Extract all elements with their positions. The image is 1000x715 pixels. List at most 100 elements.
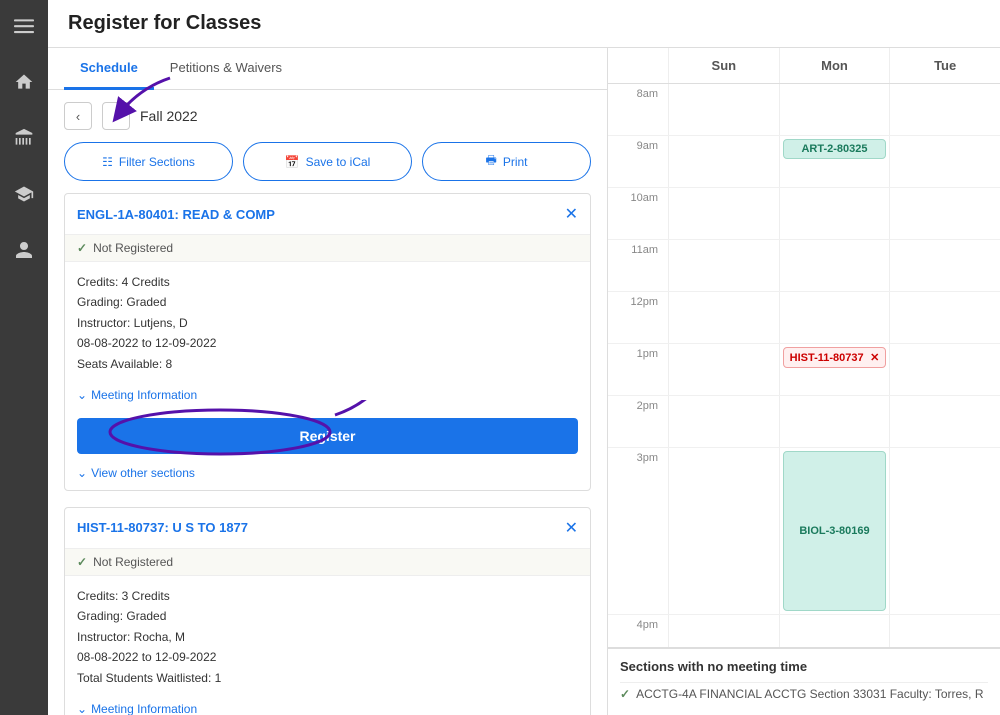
- time-row-11am: 11am: [608, 240, 1000, 292]
- filter-sections-button[interactable]: ☷ Filter Sections: [64, 142, 233, 181]
- engl-status-row: ✓ Not Registered: [65, 234, 590, 262]
- event-close-icon[interactable]: ✕: [870, 351, 879, 364]
- time-row-8am: 8am: [608, 84, 1000, 136]
- time-label-1pm: 1pm: [608, 344, 668, 395]
- hist-instructor: Instructor: Rocha, M: [77, 627, 578, 647]
- cal-cell-tue-1pm: [889, 344, 1000, 395]
- time-label-4pm: 4pm: [608, 615, 668, 647]
- cal-cell-sun-9am: [668, 136, 779, 187]
- course-card-hist: HIST-11-80737: U S TO 1877 ✕ ✓ Not Regis…: [64, 507, 591, 715]
- cal-cell-tue-12pm: [889, 292, 1000, 343]
- hist-event[interactable]: HIST-11-80737 ✕: [783, 347, 887, 368]
- cal-cell-mon-10am: [779, 188, 890, 239]
- semester-label: Fall 2022: [140, 108, 198, 124]
- cal-cell-tue-2pm: [889, 396, 1000, 447]
- cal-cell-mon-12pm: [779, 292, 890, 343]
- no-meeting-checkmark: ✓: [620, 687, 630, 701]
- cal-cell-mon-2pm: [779, 396, 890, 447]
- course-card-engl: ENGL-1A-80401: READ & COMP ✕ ✓ Not Regis…: [64, 193, 591, 491]
- cal-cell-sun-2pm: [668, 396, 779, 447]
- sections-no-meeting: Sections with no meeting time ✓ ACCTG-4A…: [608, 647, 1000, 715]
- sidebar-menu-icon[interactable]: [8, 10, 40, 42]
- next-semester-button[interactable]: ›: [102, 102, 130, 130]
- prev-semester-button[interactable]: ‹: [64, 102, 92, 130]
- time-row-9am: 9am ART-2-80325: [608, 136, 1000, 188]
- engl-meeting-info[interactable]: ⌄ Meeting Information: [65, 384, 590, 410]
- hist-course-details: Credits: 3 Credits Grading: Graded Instr…: [65, 576, 590, 698]
- close-hist-button[interactable]: ✕: [565, 518, 578, 538]
- no-meeting-label: ACCTG-4A FINANCIAL ACCTG Section 33031 F…: [636, 687, 983, 701]
- cal-cell-sun-3pm: [668, 448, 779, 614]
- content-area: Schedule Petitions & Waivers ‹ › Fall 20…: [48, 48, 1000, 715]
- hist-grading: Grading: Graded: [77, 606, 578, 626]
- engl-grading: Grading: Graded: [77, 292, 578, 312]
- left-panel: Schedule Petitions & Waivers ‹ › Fall 20…: [48, 48, 608, 715]
- cal-cell-mon-3pm: BIOL-3-80169: [779, 448, 890, 614]
- chevron-down-icon-3: ⌄: [77, 702, 87, 715]
- semester-nav: ‹ › Fall 2022: [48, 90, 607, 142]
- save-ical-button[interactable]: 📅 Save to iCal: [243, 142, 412, 181]
- engl-status-checkmark: ✓: [77, 241, 87, 255]
- register-button-engl[interactable]: Register: [77, 418, 578, 454]
- sidebar-institution-icon[interactable]: [8, 122, 40, 154]
- hist-dates: 08-08-2022 to 12-09-2022: [77, 647, 578, 667]
- engl-seats: Seats Available: 8: [77, 354, 578, 374]
- cal-cell-sun-12pm: [668, 292, 779, 343]
- sidebar-graduation-icon[interactable]: [8, 178, 40, 210]
- engl-instructor: Instructor: Lutjens, D: [77, 313, 578, 333]
- calendar-icon: 📅: [285, 155, 300, 169]
- page-title: Register for Classes: [68, 12, 261, 35]
- cal-cell-sun-8am: [668, 84, 779, 135]
- tab-petitions[interactable]: Petitions & Waivers: [154, 48, 298, 90]
- time-label-12pm: 12pm: [608, 292, 668, 343]
- action-buttons: ☷ Filter Sections 📅 Save to iCal 🖶 Print: [48, 142, 607, 193]
- engl-dates: 08-08-2022 to 12-09-2022: [77, 333, 578, 353]
- tabs: Schedule Petitions & Waivers: [48, 48, 607, 90]
- course-link-engl[interactable]: ENGL-1A-80401: READ & COMP: [77, 207, 275, 222]
- course-list: ENGL-1A-80401: READ & COMP ✕ ✓ Not Regis…: [48, 193, 607, 715]
- biol-event-mon-3pm[interactable]: BIOL-3-80169: [783, 451, 887, 611]
- top-header: Register for Classes: [48, 0, 1000, 48]
- cal-cell-mon-4pm: [779, 615, 890, 647]
- right-panel: Sun Mon Tue 8am 9am ART-2-80325: [608, 48, 1000, 715]
- course-header-engl: ENGL-1A-80401: READ & COMP ✕: [65, 194, 590, 234]
- cal-cell-tue-4pm: [889, 615, 1000, 647]
- time-label-9am: 9am: [608, 136, 668, 187]
- engl-status-label: Not Registered: [93, 241, 173, 255]
- print-icon: 🖶: [485, 151, 496, 172]
- cal-cell-mon-11am: [779, 240, 890, 291]
- cal-cell-mon-9am: ART-2-80325: [779, 136, 890, 187]
- time-label-11am: 11am: [608, 240, 668, 291]
- cal-cell-sun-4pm: [668, 615, 779, 647]
- main-area: Register for Classes Schedule Petitions …: [48, 0, 1000, 715]
- cal-cell-tue-9am: [889, 136, 1000, 187]
- filter-icon: ☷: [102, 155, 113, 169]
- cal-cell-sun-1pm: [668, 344, 779, 395]
- sidebar: [0, 0, 48, 715]
- no-meeting-item-0: ✓ ACCTG-4A FINANCIAL ACCTG Section 33031…: [620, 682, 988, 705]
- no-meeting-title: Sections with no meeting time: [620, 659, 988, 674]
- engl-credits: Credits: 4 Credits: [77, 272, 578, 292]
- tab-schedule[interactable]: Schedule: [64, 48, 154, 90]
- sidebar-person-icon[interactable]: [8, 234, 40, 266]
- cal-cell-sun-11am: [668, 240, 779, 291]
- time-label-3pm: 3pm: [608, 448, 668, 614]
- time-row-3pm: 3pm BIOL-3-80169: [608, 448, 1000, 615]
- calendar-header: Sun Mon Tue: [608, 48, 1000, 84]
- engl-view-sections[interactable]: ⌄ View other sections: [65, 462, 590, 490]
- hist-status-label: Not Registered: [93, 555, 173, 569]
- course-link-hist[interactable]: HIST-11-80737: U S TO 1877: [77, 520, 248, 535]
- hist-credits: Credits: 3 Credits: [77, 586, 578, 606]
- sidebar-home-icon[interactable]: [8, 66, 40, 98]
- time-row-12pm: 12pm: [608, 292, 1000, 344]
- cal-header-sun: Sun: [668, 48, 779, 83]
- hist-meeting-info[interactable]: ⌄ Meeting Information: [65, 698, 590, 715]
- calendar-body: 8am 9am ART-2-80325 10am: [608, 84, 1000, 647]
- cal-header-tue: Tue: [889, 48, 1000, 83]
- cal-cell-tue-10am: [889, 188, 1000, 239]
- hist-waitlisted: Total Students Waitlisted: 1: [77, 668, 578, 688]
- close-engl-button[interactable]: ✕: [565, 204, 578, 224]
- print-button[interactable]: 🖶 Print: [422, 142, 591, 181]
- art-event[interactable]: ART-2-80325: [783, 139, 887, 159]
- cal-cell-sun-10am: [668, 188, 779, 239]
